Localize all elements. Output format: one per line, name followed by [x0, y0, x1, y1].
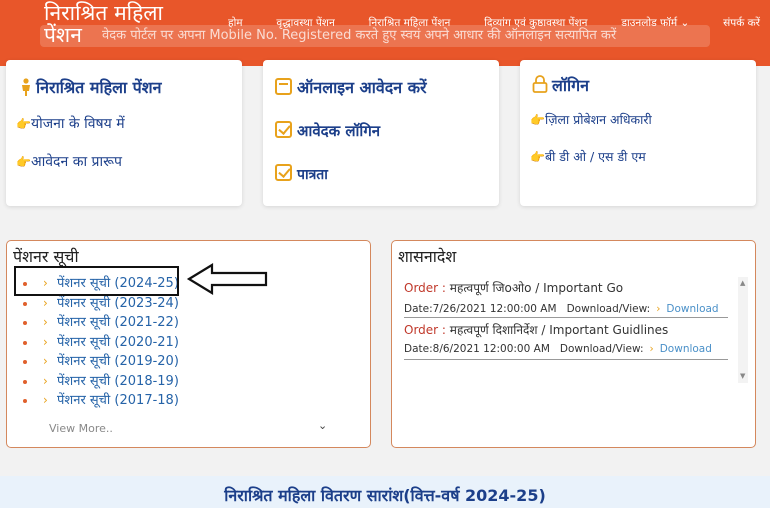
divider [404, 359, 728, 360]
order-meta-2: Date:8/6/2021 12:00:00 AM Download/View:… [404, 343, 712, 355]
card-apply-online: ऑनलाइन आवेदन करें आवेदक लॉगिन पात्रता [263, 60, 499, 206]
card-login-title: लॉगिन [532, 74, 589, 96]
scroll-up-icon[interactable]: ▲ [740, 279, 745, 287]
link-about-scheme[interactable]: 👉योजना के विषय में [16, 114, 125, 133]
chevron-down-icon[interactable]: ⌄ [318, 419, 327, 432]
brand-line-1: निराश्रित महिला [44, 1, 163, 25]
pensioner-list-title: पेंशनर सूची [13, 247, 79, 266]
pointing-hand-icon: 👉 [16, 117, 31, 131]
list-item[interactable]: › पेंशनर सूची (2018-19) [19, 372, 179, 392]
nav-download-form[interactable]: डाउनलोड फॉर्म ⌄ [621, 16, 689, 30]
download-link[interactable]: Download [666, 303, 718, 315]
link-district-probation-officer[interactable]: 👉ज़िला प्रोबेशन अधिकारी [530, 111, 652, 128]
arrow-left-icon [186, 263, 268, 295]
chevron-right-icon: › [649, 343, 654, 355]
bullet-icon [23, 340, 27, 345]
orders-scrollbar[interactable] [738, 277, 748, 383]
order-meta-1: Date:7/26/2021 12:00:00 AM Download/View… [404, 303, 719, 315]
order-item-2[interactable]: Order : महत्वपूर्ण दिशानिर्देश / Importa… [404, 321, 668, 338]
chevron-right-icon: › [656, 303, 661, 315]
chevron-right-icon: › [43, 393, 48, 407]
card-apply-title[interactable]: ऑनलाइन आवेदन करें [275, 76, 427, 98]
nav-home[interactable]: होम [228, 16, 243, 30]
order-item-1[interactable]: Order : महत्वपूर्ण जिoओo / Important Go [404, 279, 623, 296]
lock-icon [532, 75, 548, 93]
download-link[interactable]: Download [660, 343, 712, 355]
nav-destitute-women-pension[interactable]: निराश्रित महिला पेंशन [369, 16, 451, 30]
main-nav: होम वृद्धावस्था पेंशन निराश्रित महिला पे… [228, 16, 760, 30]
bullet-icon [23, 379, 27, 384]
calendar-icon [275, 78, 292, 95]
chevron-right-icon: › [43, 334, 48, 349]
orders-title: शासनादेश [398, 247, 457, 266]
bullet-icon [23, 321, 27, 325]
divider [404, 317, 728, 318]
site-header: निराश्रित महिला पेंशन वेदक पोर्टल पर अपन… [0, 0, 770, 66]
checkbox-icon [275, 164, 292, 181]
list-item[interactable]: › पेंशनर सूची (2020-21) [19, 333, 179, 353]
chevron-right-icon: › [43, 315, 48, 329]
government-orders-panel: शासनादेश Order : महत्वपूर्ण जिoओo / Impo… [391, 240, 756, 448]
chevron-down-icon: ⌄ [680, 17, 690, 29]
list-item[interactable]: › पेंशनर सूची (2019-20) [19, 352, 179, 372]
scroll-down-icon[interactable]: ▼ [740, 372, 745, 380]
nav-old-age-pension[interactable]: वृद्धावस्था पेंशन [276, 16, 334, 30]
bullet-icon [23, 360, 27, 364]
view-more-link[interactable]: View More.. [49, 422, 113, 435]
link-eligibility[interactable]: पात्रता [275, 164, 328, 184]
summary-section: निराश्रित महिला वितरण सारांश(वित्त-वर्ष … [0, 476, 770, 508]
woman-icon [22, 78, 30, 96]
pointing-hand-icon: 👉 [530, 113, 545, 127]
nav-disability-pension[interactable]: दिव्यांग एवं कुष्ठावस्था पेंशन [484, 16, 587, 30]
list-item[interactable]: › पेंशनर सूची (2017-18) [19, 391, 179, 411]
checkbox-icon [275, 121, 292, 138]
chevron-right-icon: › [43, 354, 48, 368]
nav-contact[interactable]: संपर्क करें [723, 16, 760, 30]
list-item[interactable]: › पेंशनर सूची (2021-22) [19, 313, 179, 333]
pointing-hand-icon: 👉 [530, 150, 545, 164]
link-bdo-sdm[interactable]: 👉बी डी ओ / एस डी एम [530, 148, 646, 165]
highlight-box [14, 266, 179, 296]
chevron-right-icon: › [43, 295, 48, 310]
link-applicant-login[interactable]: आवेदक लॉगिन [275, 121, 380, 141]
list-item[interactable]: › पेंशनर सूची (2023-24) [19, 294, 179, 314]
chevron-right-icon: › [43, 373, 48, 388]
summary-title: निराश्रित महिला वितरण सारांश(वित्त-वर्ष … [224, 486, 546, 505]
bullet-icon [23, 301, 27, 306]
card-scheme: निराश्रित महिला पेंशन 👉योजना के विषय में… [6, 60, 242, 206]
bullet-icon [23, 399, 27, 403]
pointing-hand-icon: 👉 [16, 155, 31, 169]
link-application-format[interactable]: 👉आवेदन का प्रारूप [16, 152, 122, 171]
card-scheme-title: निराश्रित महिला पेंशन [20, 76, 162, 98]
card-login: लॉगिन 👉ज़िला प्रोबेशन अधिकारी 👉बी डी ओ /… [520, 60, 756, 206]
